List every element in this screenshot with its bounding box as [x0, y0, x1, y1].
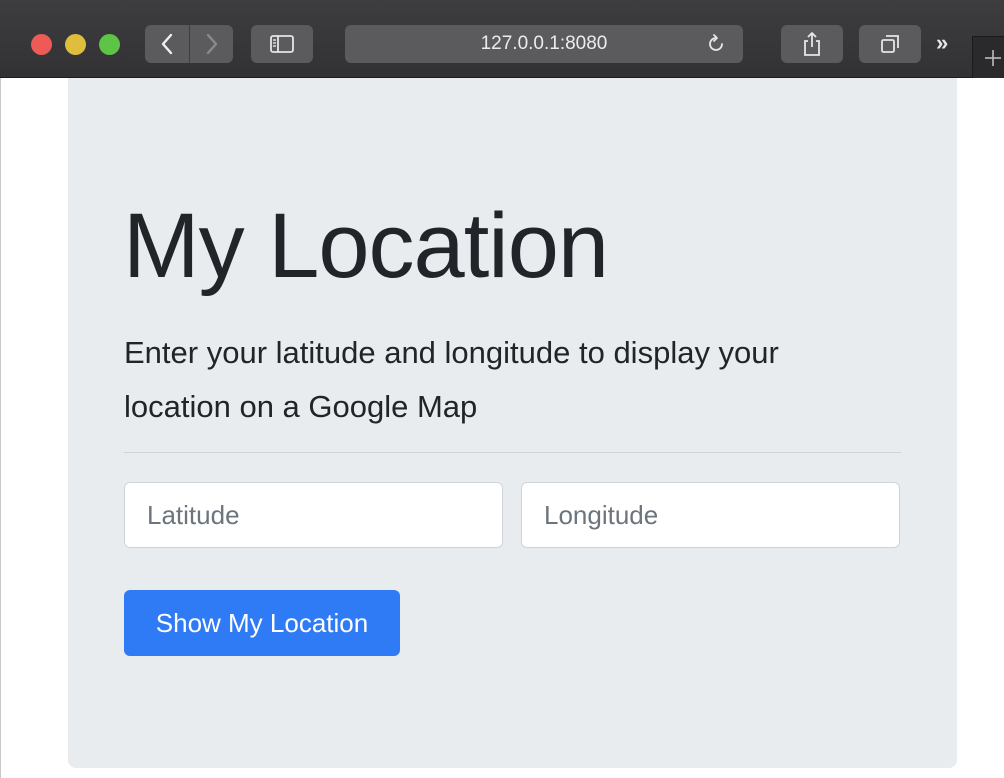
page-lead: Enter your latitude and longitude to dis… — [124, 335, 779, 424]
zoom-window-button[interactable] — [99, 34, 120, 55]
longitude-input[interactable] — [521, 482, 900, 548]
new-tab-button[interactable] — [972, 36, 1004, 78]
share-icon — [804, 32, 820, 56]
page-viewport: My Location Enter your latitude and long… — [0, 78, 1004, 778]
sidebar-button[interactable] — [251, 25, 313, 63]
page-title: My Location — [123, 195, 609, 297]
toolbar-overflow-button[interactable]: » — [936, 30, 948, 56]
latitude-input[interactable] — [124, 482, 503, 548]
minimize-window-button[interactable] — [65, 34, 86, 55]
navigation-buttons — [145, 25, 233, 63]
show-tabs-button[interactable] — [859, 25, 921, 63]
back-button[interactable] — [145, 25, 189, 63]
sidebar-icon — [270, 35, 294, 53]
reload-icon[interactable] — [705, 33, 727, 55]
browser-toolbar: 127.0.0.1:8080 » — [0, 0, 1004, 78]
address-url: 127.0.0.1:8080 — [480, 33, 608, 54]
jumbotron: My Location Enter your latitude and long… — [68, 78, 957, 768]
plus-icon — [984, 49, 1001, 66]
close-window-button[interactable] — [31, 34, 52, 55]
share-button[interactable] — [781, 25, 843, 63]
chevron-left-icon — [161, 33, 173, 55]
show-my-location-button[interactable]: Show My Location — [124, 590, 400, 656]
divider — [124, 452, 901, 453]
address-bar[interactable]: 127.0.0.1:8080 — [345, 25, 743, 63]
browser-window: 127.0.0.1:8080 » My Location Enter your … — [0, 0, 1004, 778]
chevron-right-icon — [206, 33, 217, 55]
tabs-icon — [881, 35, 899, 53]
forward-button[interactable] — [189, 25, 233, 63]
